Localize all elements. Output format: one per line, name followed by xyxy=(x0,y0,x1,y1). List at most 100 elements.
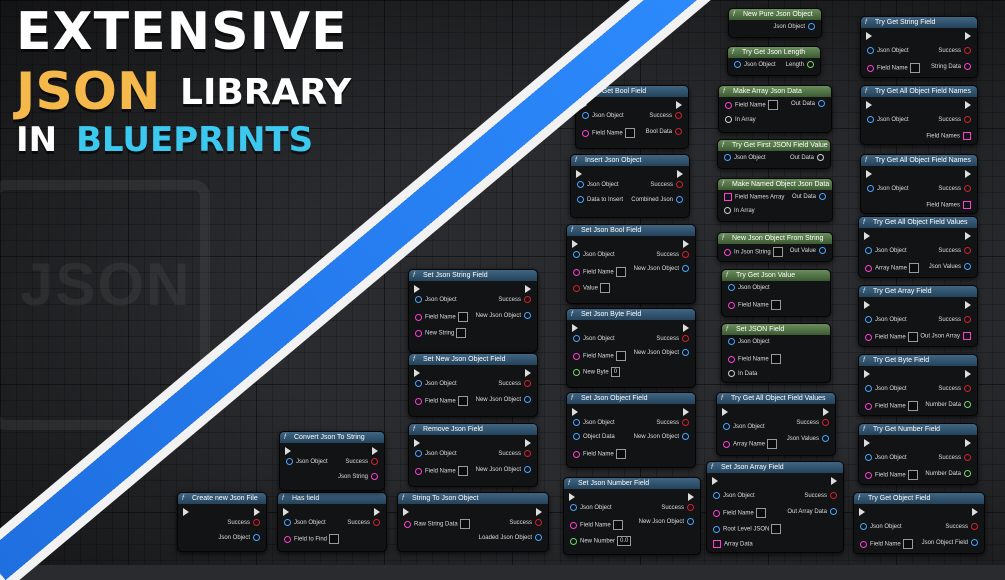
pin-default-value-box[interactable] xyxy=(767,100,778,110)
pin-default-value-box[interactable] xyxy=(615,449,626,459)
node-pin[interactable]: Success xyxy=(938,316,971,324)
node-pin[interactable]: Json Object xyxy=(218,534,260,542)
node-pin[interactable]: Json Object xyxy=(728,338,770,346)
pin-connector-icon[interactable] xyxy=(573,450,580,458)
node-title[interactable]: f Try Get All Object Field Values xyxy=(717,393,835,404)
node-title[interactable]: f Insert Json Object xyxy=(571,155,689,166)
pin-connector-icon[interactable] xyxy=(286,458,293,465)
node-pin[interactable]: Json Object xyxy=(415,296,457,304)
node-title[interactable]: f Try Get Array Field xyxy=(859,286,977,297)
node-make-array-json-data[interactable]: f Make Array Json Data Field Name Out Data I… xyxy=(718,85,832,133)
node-pin[interactable]: Raw String Data xyxy=(404,519,470,529)
node-pin[interactable]: Combined Json xyxy=(631,196,683,204)
exec-out-pin-icon[interactable] xyxy=(525,285,531,293)
exec-in-pin-icon[interactable] xyxy=(866,101,872,109)
pin-connector-icon[interactable] xyxy=(524,380,531,387)
node-pin[interactable]: Success xyxy=(938,47,971,55)
node-try-get-all-object-field-names-1[interactable]: f Try Get All Object Field Names Json Obje… xyxy=(860,85,978,145)
pin-connector-icon[interactable] xyxy=(371,458,378,465)
node-pin[interactable]: Json Values xyxy=(787,435,829,443)
node-pin[interactable]: Json Object xyxy=(867,185,909,193)
node-pin[interactable]: Out Json Array xyxy=(920,332,971,341)
node-title[interactable]: f Try Get Number Field xyxy=(859,424,977,435)
pin-connector-icon[interactable] xyxy=(867,47,874,54)
pin-connector-icon[interactable] xyxy=(524,396,531,403)
node-try-get-all-object-field-values[interactable]: f Try Get All Object Field Values Json Obj… xyxy=(858,216,978,278)
pin-connector-icon[interactable] xyxy=(865,385,872,392)
node-title[interactable]: f Remove Json Field xyxy=(409,424,537,435)
node-pin[interactable]: New Json Object xyxy=(634,349,689,357)
pin-connector-icon[interactable] xyxy=(713,525,720,533)
node-try-get-byte-field[interactable]: f Try Get Byte Field Json Object Success Fie… xyxy=(858,354,978,416)
node-new-pure-json-object[interactable]: f New Pure Json Object Json Object xyxy=(728,8,822,38)
pin-default-value-box[interactable] xyxy=(771,524,782,534)
node-pin[interactable]: Success xyxy=(656,251,689,259)
node-try-get-array-field[interactable]: f Try Get Array Field Json Object Success Fi… xyxy=(858,285,978,347)
pin-connector-icon[interactable] xyxy=(713,492,720,499)
exec-out-pin-icon[interactable] xyxy=(965,101,971,109)
node-try-get-object-field[interactable]: f Try Get Object Field Json Object Success F… xyxy=(853,492,985,554)
exec-in-pin-icon[interactable] xyxy=(864,370,870,378)
pin-default-value-box[interactable] xyxy=(770,354,781,364)
node-pin[interactable]: Field Name xyxy=(573,351,626,361)
pin-connector-icon[interactable] xyxy=(577,181,584,188)
pin-connector-icon[interactable] xyxy=(577,196,584,203)
node-pin[interactable]: Success xyxy=(938,247,971,255)
node-pin[interactable]: Object Data xyxy=(573,433,615,441)
node-pin[interactable]: Success xyxy=(345,458,378,466)
pin-connector-icon[interactable] xyxy=(682,419,689,426)
exec-in-pin-icon[interactable] xyxy=(864,301,870,309)
node-pin[interactable]: Json String xyxy=(338,473,378,481)
node-pin[interactable]: Success xyxy=(938,454,971,462)
pin-default-value-input[interactable]: 0.0 xyxy=(617,536,632,546)
pin-connector-icon[interactable] xyxy=(713,540,721,548)
exec-out-pin-icon[interactable] xyxy=(254,508,260,516)
node-try-get-all-object-field-names-2[interactable]: f Try Get All Object Field Names Json Obje… xyxy=(860,154,978,214)
node-title[interactable]: f New Json Object From String xyxy=(718,233,832,244)
node-pin[interactable]: New Json Object xyxy=(476,312,531,320)
pin-default-value-box[interactable] xyxy=(907,470,918,480)
pin-connector-icon[interactable] xyxy=(253,519,260,526)
node-pin[interactable]: Field Name xyxy=(725,100,778,110)
node-pin[interactable]: Success xyxy=(656,419,689,427)
node-pin[interactable]: Success xyxy=(938,116,971,124)
node-title[interactable]: f Has field xyxy=(278,493,386,504)
pin-default-value-box[interactable] xyxy=(615,267,626,277)
pin-connector-icon[interactable] xyxy=(570,521,577,529)
node-pin[interactable]: Field Name xyxy=(415,396,468,406)
node-create-new-json-file[interactable]: f Create new Json File Success Json Object xyxy=(177,492,267,552)
node-pin[interactable]: Success xyxy=(804,492,837,500)
node-pin[interactable]: Json Object xyxy=(573,251,615,259)
pin-connector-icon[interactable] xyxy=(860,523,867,530)
node-pin[interactable]: Field Name xyxy=(573,449,626,459)
pin-default-value-box[interactable] xyxy=(624,128,635,138)
node-pin[interactable]: Field Names xyxy=(926,132,971,141)
node-pin[interactable]: Json Object xyxy=(573,335,615,343)
node-pin[interactable]: Json Object xyxy=(577,181,619,189)
pin-connector-icon[interactable] xyxy=(728,338,735,345)
pin-connector-icon[interactable] xyxy=(865,264,872,272)
pin-default-value-box[interactable] xyxy=(772,247,783,257)
node-pin[interactable]: In Array xyxy=(725,116,756,124)
pin-default-value-box[interactable] xyxy=(599,283,610,293)
node-pin[interactable]: Success xyxy=(661,504,694,512)
node-pin[interactable]: Field Name xyxy=(713,508,766,518)
node-pin[interactable]: Field Names Array xyxy=(724,193,784,202)
node-pin[interactable]: Out Data xyxy=(792,193,826,201)
node-pin[interactable]: Field Names xyxy=(926,201,971,210)
node-title[interactable]: f Create new Json File xyxy=(178,493,266,504)
exec-out-pin-icon[interactable] xyxy=(683,324,689,332)
exec-out-pin-icon[interactable] xyxy=(525,439,531,447)
pin-connector-icon[interactable] xyxy=(573,284,580,292)
pin-connector-icon[interactable] xyxy=(867,64,874,72)
pin-connector-icon[interactable] xyxy=(830,492,837,499)
node-title[interactable]: f Set Json Number Field xyxy=(564,478,700,489)
node-pin[interactable]: Success xyxy=(498,380,531,388)
node-pin[interactable]: Json Object xyxy=(865,385,907,393)
pin-default-value-box[interactable] xyxy=(456,328,467,338)
node-has-field[interactable]: f Has field Json Object Success Field to Fin… xyxy=(277,492,387,552)
pin-connector-icon[interactable] xyxy=(682,251,689,258)
pin-connector-icon[interactable] xyxy=(725,116,732,123)
node-pin[interactable]: Length xyxy=(786,61,814,69)
node-title[interactable]: f Make Array Json Data xyxy=(719,86,831,97)
